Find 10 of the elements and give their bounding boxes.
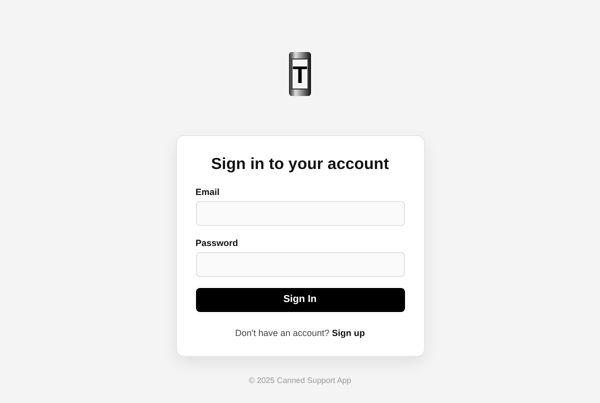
card-title: Sign in to your account [210, 155, 390, 175]
copyright-text: © 2025 Canned Support App [248, 376, 352, 384]
sign-in-button[interactable]: Sign In [196, 288, 404, 312]
field-label: Email [196, 187, 221, 197]
sign-up-link[interactable]: Sign up [332, 328, 365, 338]
can-logo: T [288, 51, 312, 97]
field-label: Password [196, 238, 240, 248]
prompt-text: Don't have an account? [235, 328, 330, 338]
input-field[interactable] [196, 252, 404, 277]
input-field[interactable] [196, 201, 404, 226]
